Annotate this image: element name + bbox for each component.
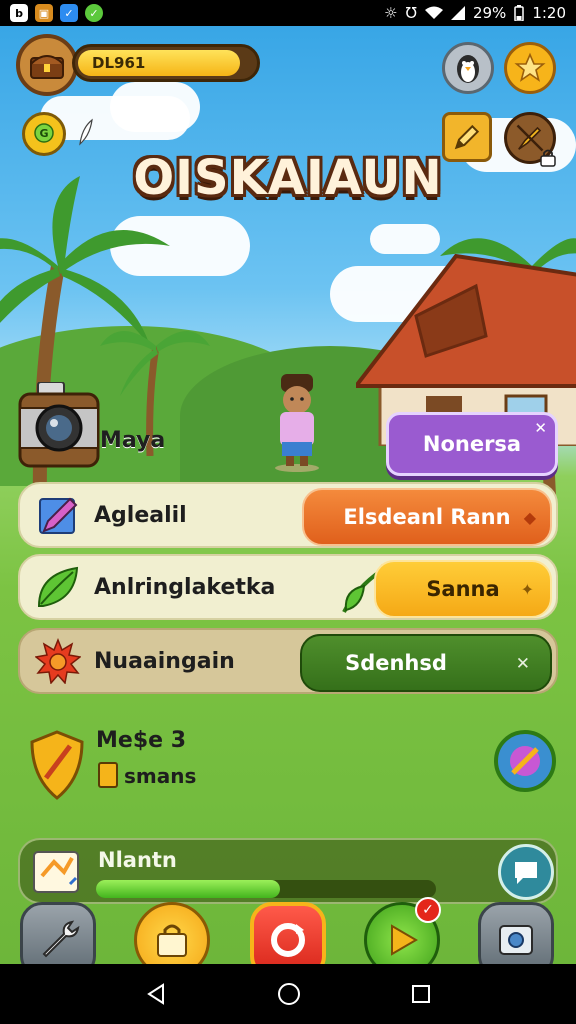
progress-bar (96, 880, 436, 898)
wrench-icon (42, 920, 80, 958)
svg-text:G: G (39, 127, 48, 140)
status-bar: b ▣ ✓ ✓ ☼ Ʊ 29% 1:20 (0, 0, 576, 26)
shield-icon (30, 730, 84, 800)
character-name: Maya (100, 428, 166, 453)
menu-row-label: Anlringlaketka (94, 574, 276, 600)
photo-button[interactable] (18, 381, 100, 468)
mission-title: Me$e 3 (96, 728, 187, 753)
feather-icon (79, 118, 93, 146)
menu-row-button-label: Elsdeanl Rann (343, 505, 511, 529)
menu-row-button[interactable]: Sanna ✦ (374, 560, 552, 618)
badge-icon (98, 762, 118, 788)
mission-action-button[interactable] (494, 730, 556, 792)
leaf-icon (32, 561, 84, 613)
chat-bubble-icon: G (34, 123, 54, 143)
favorites-button[interactable] (504, 42, 556, 94)
menu-row-button[interactable]: Sdenhsd ✕ (300, 634, 552, 692)
gear-box-icon (499, 925, 533, 955)
player-level-bar: DL961 (72, 44, 260, 82)
map-icon (33, 851, 79, 893)
progress-bar-fill (96, 880, 280, 898)
close-icon[interactable]: ✕ (534, 419, 547, 437)
refresh-icon (271, 923, 305, 957)
penguin-icon (457, 55, 479, 83)
close-icon[interactable]: ✕ (516, 654, 530, 674)
play-icon (391, 924, 418, 956)
recents-icon[interactable] (411, 984, 431, 1004)
dock-settings-button[interactable] (478, 902, 554, 964)
pencil-icon (454, 124, 480, 150)
dock-shop-button[interactable] (134, 902, 210, 964)
progress-label: Nlantn (98, 848, 177, 872)
player-character[interactable] (266, 372, 328, 472)
wifi-icon (424, 6, 443, 19)
speech-bubble-icon (515, 862, 537, 884)
dock-refresh-button[interactable] (250, 902, 326, 964)
mission-card: Me$e 3 smans (22, 728, 562, 828)
camera-icon (18, 381, 100, 468)
star-icon (514, 52, 546, 82)
sun-gear-icon (32, 635, 84, 687)
profile-button[interactable] (442, 42, 494, 94)
menu-row-button-label: Sdenhsd (345, 651, 447, 675)
mission-subtitle: smans (124, 764, 197, 788)
status-indicators: ☼ Ʊ 29% 1:20 (384, 4, 566, 22)
alarm-icon: ☼ (384, 4, 398, 22)
messenger-icon: ✓ (60, 4, 78, 22)
signal-icon (450, 6, 465, 20)
progress-action-button[interactable] (498, 844, 554, 900)
chest-icon (30, 55, 64, 79)
pencil-icon (32, 489, 84, 541)
battery-icon (514, 5, 525, 21)
player-level-label: DL961 (78, 50, 240, 76)
menu-row-button-label: Sanna (426, 577, 500, 601)
chat-app-icon: ✓ (85, 4, 103, 22)
game-title: OISKAIAUN (133, 150, 443, 206)
shop-app-icon: ▣ (35, 4, 53, 22)
battery-percent: 29% (472, 4, 507, 22)
progress-card: Nlantn (18, 838, 558, 904)
notification-icon: b (10, 4, 28, 22)
cloud (110, 82, 200, 132)
vibrate-icon: Ʊ (405, 4, 417, 22)
player-avatar[interactable] (16, 34, 78, 96)
clock: 1:20 (532, 4, 566, 22)
menu-row-1: Aglealil Elsdeanl Rann ◆ (18, 482, 558, 548)
sparkle-icon: ✦ (520, 579, 534, 599)
diamond-icon: ◆ (523, 507, 536, 527)
shopping-bag-icon (157, 924, 187, 957)
character-action-button[interactable]: Nonersa ✕ (386, 412, 558, 476)
home-icon[interactable] (277, 982, 301, 1006)
magic-wand-icon (510, 746, 540, 776)
menu-row-3: Nuaaingain Sdenhsd ✕ (18, 628, 558, 694)
menu-row-label: Aglealil (94, 502, 187, 528)
system-nav-bar (0, 964, 576, 1024)
dock-tools-button[interactable] (20, 902, 96, 964)
game-scene: DL961 G OISKAIAUN Maya Nonersa ✕ Agleali… (0, 26, 576, 964)
menu-row-button[interactable]: Elsdeanl Rann ◆ (302, 488, 552, 546)
back-icon[interactable] (145, 983, 167, 1005)
dock-play-button[interactable]: ✓ (364, 897, 441, 964)
notification-badge: ✓ (415, 897, 441, 923)
menu-row-2: Anlringlaketka Sanna ✦ (18, 554, 558, 620)
character-action-label: Nonersa (422, 432, 522, 456)
menu-row-label: Nuaaingain (94, 648, 235, 674)
